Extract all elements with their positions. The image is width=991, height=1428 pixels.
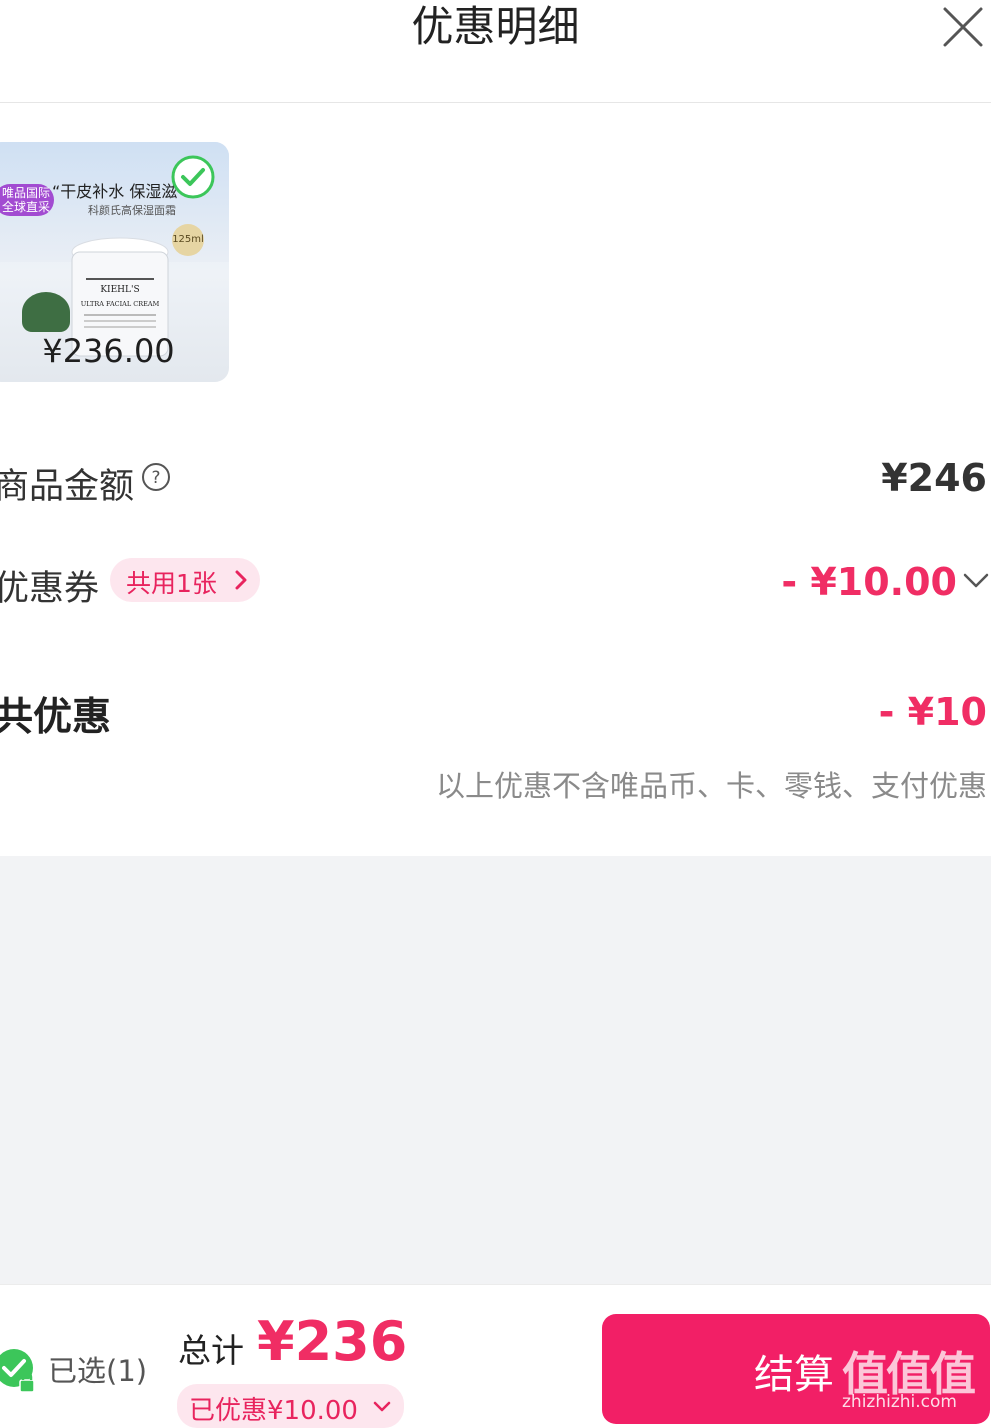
goods-amount-label: 商品金额 [0, 467, 135, 507]
selected-count: 已选(1) [48, 1354, 148, 1388]
coupon-amount-value: - ¥10.00 [781, 560, 957, 604]
goods-amount-value: ¥246 [881, 456, 987, 500]
total-discount-label: 共优惠 [0, 695, 112, 740]
product-subtitle: 科颜氏高保湿面霜 [88, 204, 176, 217]
product-price: ¥236.00 [42, 332, 175, 370]
product-headline: “干皮补水 保湿滋 [52, 182, 178, 201]
help-icon[interactable]: ? [141, 462, 171, 492]
svg-text:KIEHL'S: KIEHL'S [100, 285, 139, 295]
watermark-url: zhizhizhi.com [842, 1392, 957, 1412]
content-spacer [0, 856, 991, 1284]
selected-check-icon[interactable] [170, 154, 216, 200]
global-direct-tag: 唯品国际 全球直采 [0, 184, 54, 216]
chevron-right-icon [235, 570, 247, 590]
page-title: 优惠明细 [411, 2, 580, 51]
total-discount-value: - ¥10 [878, 690, 987, 734]
plant-decoration [22, 292, 70, 332]
total-price: ¥236 [257, 1310, 408, 1373]
size-badge: 125ml [172, 224, 204, 256]
svg-text:ULTRA FACIAL CREAM: ULTRA FACIAL CREAM [81, 300, 160, 308]
total-label: 总计 [178, 1331, 244, 1370]
select-all-check-icon[interactable] [0, 1346, 36, 1394]
discount-note: 以上优惠不含唯品币、卡、零钱、支付优惠 [435, 769, 987, 803]
product-card[interactable]: 唯品国际 全球直采 “干皮补水 保湿滋 科颜氏高保湿面霜 125ml KIEHL… [0, 142, 229, 382]
coupon-label: 优惠券 [0, 569, 100, 609]
svg-text:?: ? [151, 468, 160, 488]
chevron-down-icon [373, 1401, 391, 1412]
saved-amount-tag[interactable]: 已优惠¥10.00 [177, 1384, 404, 1428]
close-icon[interactable] [942, 6, 984, 48]
chevron-down-icon[interactable] [962, 570, 990, 590]
coupon-count-tag[interactable]: 共用1张 [110, 558, 260, 602]
